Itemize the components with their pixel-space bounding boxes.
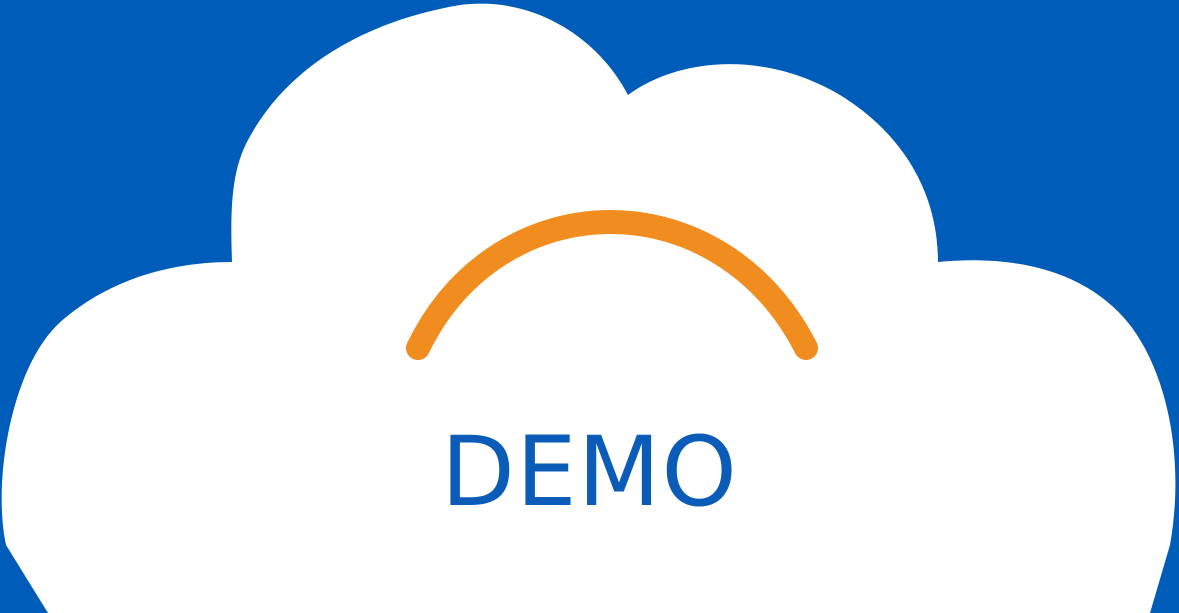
splash-screen: DEMO bbox=[0, 0, 1179, 613]
logo-label: DEMO bbox=[441, 416, 738, 528]
